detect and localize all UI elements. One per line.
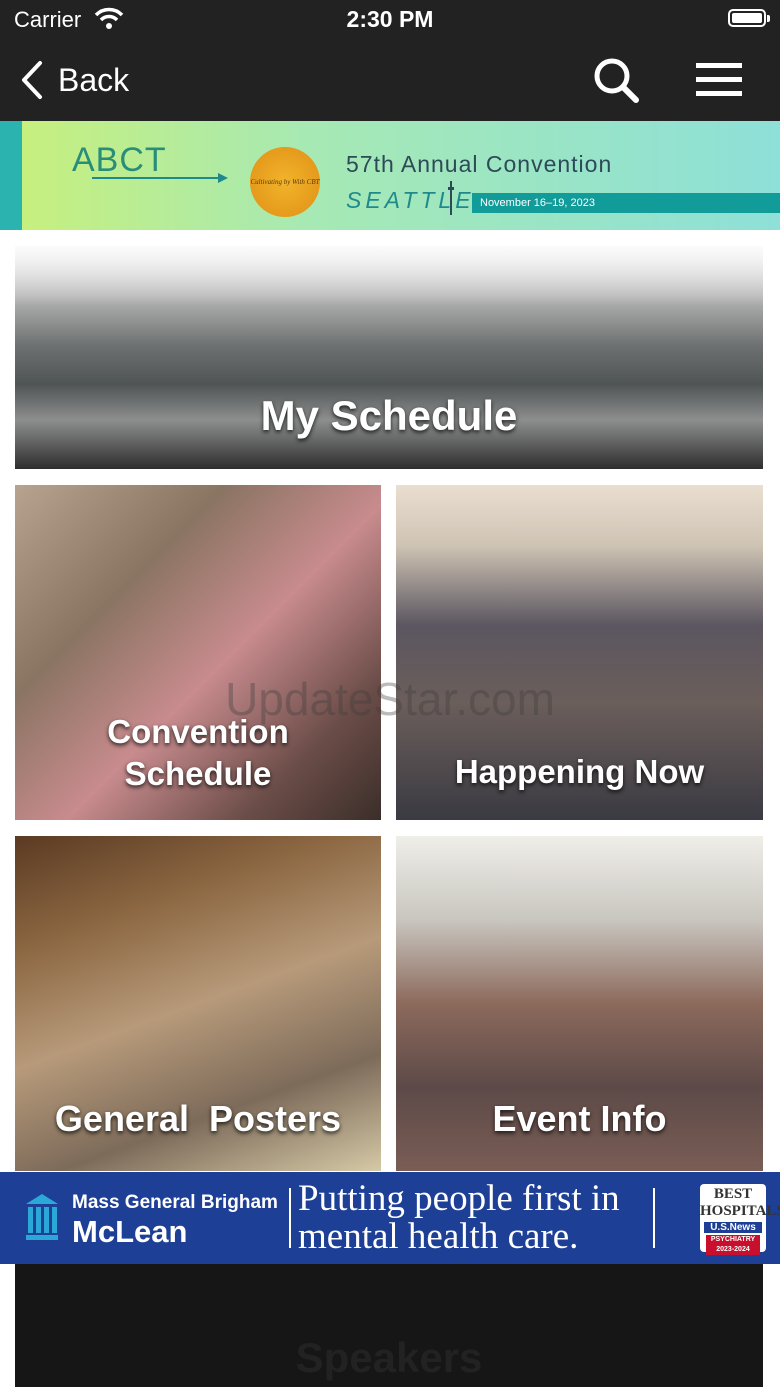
hamburger-menu-icon[interactable] — [694, 60, 744, 100]
ad-tagline: Putting people first in mental health ca… — [298, 1180, 620, 1256]
event-info-label: Event Info — [492, 1098, 667, 1139]
speakers-tile[interactable]: Speakers — [15, 1264, 763, 1387]
arrow-icon — [92, 173, 228, 183]
back-button[interactable]: Back — [20, 58, 129, 102]
convention-schedule-tile[interactable]: Convention Schedule — [15, 485, 381, 820]
general-posters-label: General Posters — [54, 1098, 342, 1139]
ad-tagline-line2: mental health care. — [298, 1216, 579, 1257]
my-schedule-label: My Schedule — [260, 392, 518, 439]
badge-line1: BEST HOSPITALS — [700, 1186, 780, 1219]
tile-photo-overlay — [15, 246, 763, 306]
happening-now-label: Happening Now — [454, 753, 705, 790]
event-info-tile[interactable]: Event Info — [396, 836, 763, 1171]
ad-divider-right — [653, 1188, 655, 1248]
battery-nub — [767, 15, 770, 22]
ad-brand-line2: McLean — [72, 1214, 188, 1249]
convention-banner[interactable]: ABCT Cultivating by With CBT 57th Annual… — [0, 121, 780, 230]
ad-divider-left — [289, 1188, 291, 1248]
status-bar: Carrier 2:30 PM — [0, 0, 780, 40]
status-time: 2:30 PM — [346, 6, 434, 32]
sponsor-ad-banner[interactable]: Mass General Brigham McLean Putting peop… — [0, 1172, 780, 1264]
speakers-label: Speakers — [295, 1334, 483, 1381]
convention-schedule-label-line1: Convention — [107, 713, 289, 750]
space-needle-icon — [448, 181, 454, 215]
banner-city: SEATTLE — [346, 187, 475, 213]
badge-line3: PSYCHIATRY 2023-2024 — [706, 1235, 760, 1255]
general-posters-tile[interactable]: General Posters — [15, 836, 381, 1171]
happening-now-tile[interactable]: Happening Now — [396, 485, 763, 820]
navigation-bar: Back — [0, 40, 780, 121]
ad-brand-line1: Mass General Brigham — [72, 1192, 278, 1213]
search-icon[interactable] — [592, 56, 640, 104]
back-label: Back — [58, 61, 130, 98]
convention-schedule-label: Convention Schedule — [15, 711, 381, 795]
banner-dates: November 16–19, 2023 — [472, 193, 780, 213]
badge-line2: U.S.News — [704, 1222, 762, 1233]
best-hospitals-badge: BEST HOSPITALS U.S.News PSYCHIATRY 2023-… — [700, 1184, 780, 1255]
banner-title: 57th Annual Convention — [346, 151, 613, 177]
ad-tagline-line1: Putting people first in — [298, 1178, 620, 1219]
battery-icon — [728, 9, 766, 27]
sun-emblem: Cultivating by With CBT — [250, 147, 320, 217]
mclean-logo-icon — [26, 1194, 58, 1240]
banner-edge — [0, 121, 22, 230]
convention-schedule-label-line2: Schedule — [124, 755, 272, 792]
chevron-left-icon — [22, 61, 42, 99]
my-schedule-tile[interactable]: My Schedule — [15, 246, 763, 469]
